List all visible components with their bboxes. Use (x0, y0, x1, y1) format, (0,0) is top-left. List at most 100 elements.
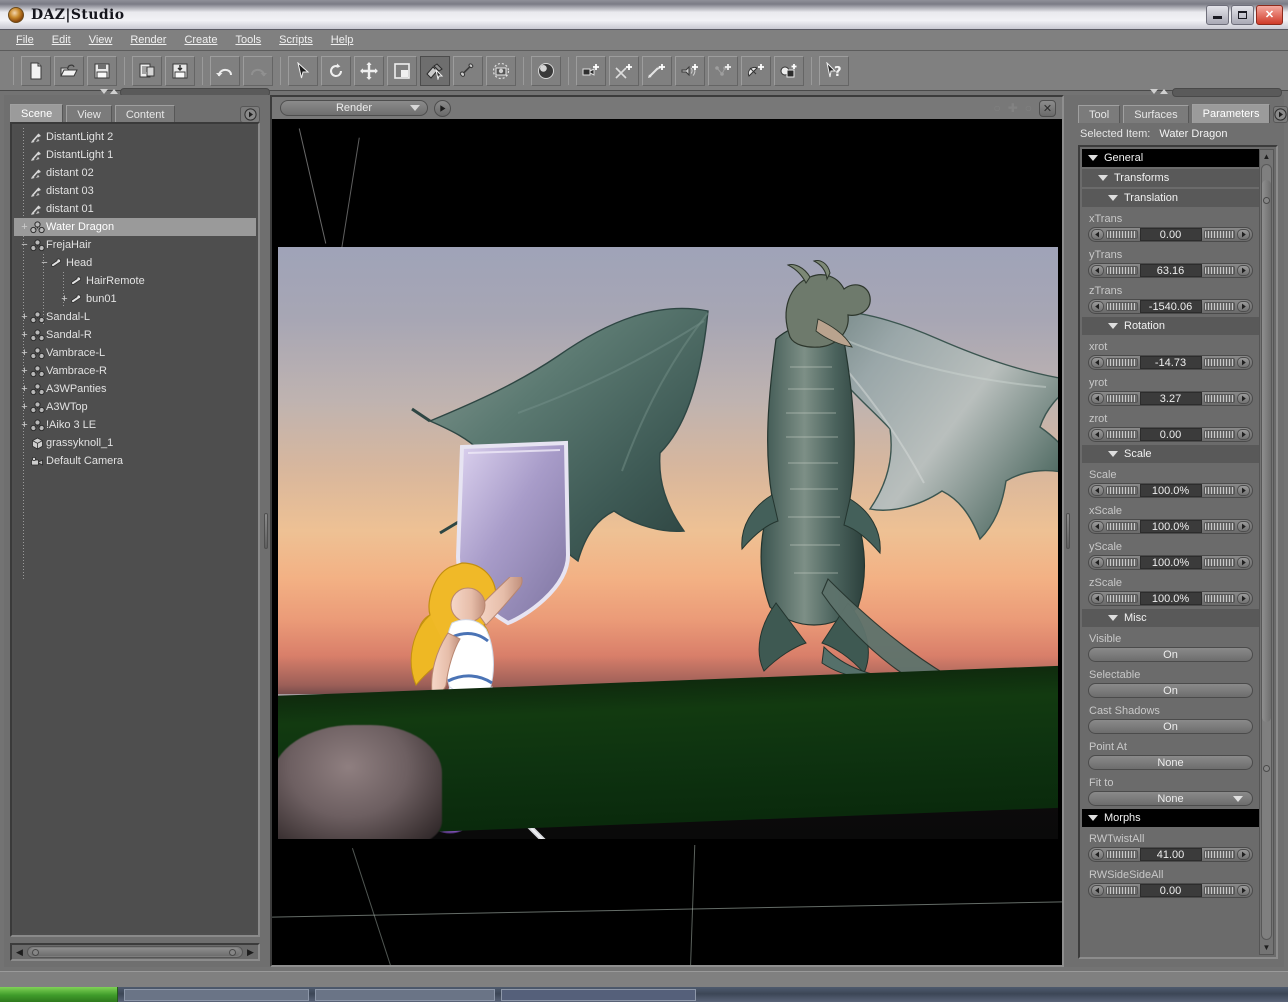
chevron-right-circle-icon[interactable] (240, 106, 260, 123)
select-pointer-icon[interactable] (288, 56, 318, 86)
scene-tree-item-grassyknoll-1[interactable]: grassyknoll_1 (14, 434, 256, 452)
slider-track-left[interactable] (1106, 394, 1138, 403)
slider-decrement-icon[interactable] (1091, 301, 1104, 312)
pan-icon[interactable]: ✚ (1008, 101, 1018, 115)
slider-track-right[interactable] (1204, 486, 1236, 495)
param-value-xrot[interactable]: -14.73 (1140, 356, 1202, 369)
scene-tree-item-distant-01[interactable]: distant 01 (14, 200, 256, 218)
slider-track-right[interactable] (1204, 594, 1236, 603)
viewport-canvas[interactable] (272, 119, 1062, 965)
open-folder-icon[interactable] (54, 56, 84, 86)
slider-decrement-icon[interactable] (1091, 229, 1104, 240)
expand-icon[interactable]: + (20, 385, 29, 394)
param-value-rwtwistall[interactable]: 41.00 (1140, 848, 1202, 861)
import-document-icon[interactable] (132, 56, 162, 86)
add-spotlight-icon[interactable] (642, 56, 672, 86)
help-cursor-icon[interactable]: ? (819, 56, 849, 86)
param-button-point-at[interactable]: None (1088, 755, 1253, 770)
chevron-down-icon[interactable] (1088, 815, 1098, 821)
scene-tree-item-head[interactable]: − Head (14, 254, 256, 272)
scene-tree-item-distant-02[interactable]: distant 02 (14, 164, 256, 182)
save-disk-icon[interactable] (87, 56, 117, 86)
slider-increment-icon[interactable] (1237, 521, 1250, 532)
menu-render[interactable]: Render (122, 32, 174, 48)
expand-icon[interactable]: + (20, 313, 29, 322)
menu-scripts[interactable]: Scripts (271, 32, 321, 48)
slider-track-right[interactable] (1204, 430, 1236, 439)
menu-edit[interactable]: Edit (44, 32, 79, 48)
chevron-down-icon[interactable] (1108, 615, 1118, 621)
slider-increment-icon[interactable] (1237, 485, 1250, 496)
dock-rail[interactable] (1172, 88, 1282, 97)
param-slider-yscale[interactable]: 100.0% (1088, 555, 1253, 570)
spot-render-icon[interactable] (486, 56, 516, 86)
slider-track-left[interactable] (1106, 558, 1138, 567)
slider-decrement-icon[interactable] (1091, 885, 1104, 896)
add-primitive-icon[interactable] (774, 56, 804, 86)
scene-tree-item-a3wtop[interactable]: + A3WTop (14, 398, 256, 416)
slider-decrement-icon[interactable] (1091, 357, 1104, 368)
chevron-up-icon[interactable] (1160, 89, 1168, 94)
add-linear-light-icon[interactable] (741, 56, 771, 86)
slider-track-left[interactable] (1106, 302, 1138, 311)
triangle-down-icon[interactable]: ▼ (1260, 941, 1273, 954)
chevron-down-icon[interactable] (1108, 195, 1118, 201)
slider-decrement-icon[interactable] (1091, 429, 1104, 440)
rotate-tool-icon[interactable] (321, 56, 351, 86)
chevron-down-icon[interactable] (1150, 89, 1158, 94)
slider-track-right[interactable] (1204, 358, 1236, 367)
slider-decrement-icon[interactable] (1091, 393, 1104, 404)
param-group-misc[interactable]: Misc (1082, 609, 1259, 627)
slider-increment-icon[interactable] (1237, 593, 1250, 604)
menu-view[interactable]: View (81, 32, 121, 48)
slider-track-left[interactable] (1106, 358, 1138, 367)
chevron-down-icon[interactable] (1233, 796, 1243, 802)
left-splitter[interactable] (262, 95, 270, 967)
param-slider-xrot[interactable]: -14.73 (1088, 355, 1253, 370)
parameters-vscrollbar[interactable]: ▲ ▼ (1259, 149, 1274, 955)
menu-help[interactable]: Help (323, 32, 362, 48)
scene-tree-hscrollbar[interactable]: ◀ ▶ (10, 943, 260, 961)
minimize-button[interactable] (1206, 5, 1229, 25)
slider-track-right[interactable] (1204, 394, 1236, 403)
tab-tool[interactable]: Tool (1078, 105, 1120, 123)
scene-tree-item-sandal-r[interactable]: + Sandal-R (14, 326, 256, 344)
param-value-ztrans[interactable]: -1540.06 (1140, 300, 1202, 313)
param-value-yscale[interactable]: 100.0% (1140, 556, 1202, 569)
dock-collapse-toggles[interactable] (100, 89, 118, 94)
parameters-list[interactable]: GeneralTransformsTranslationxTrans0.00yT… (1078, 145, 1278, 959)
expand-icon[interactable]: + (60, 295, 69, 304)
scroll-left-arrow-icon[interactable]: ◀ (12, 945, 27, 959)
tab-surfaces[interactable]: Surfaces (1123, 105, 1188, 123)
expand-icon[interactable]: + (20, 403, 29, 412)
slider-decrement-icon[interactable] (1091, 557, 1104, 568)
tab-content[interactable]: Content (115, 105, 176, 123)
slider-track-right[interactable] (1204, 886, 1236, 895)
right-splitter[interactable] (1064, 95, 1072, 967)
expand-icon[interactable]: + (20, 349, 29, 358)
slider-increment-icon[interactable] (1237, 265, 1250, 276)
param-button-fit-to[interactable]: None (1088, 791, 1253, 806)
slider-track-left[interactable] (1106, 594, 1138, 603)
close-circle-icon[interactable]: ✕ (1039, 100, 1056, 117)
param-slider-zscale[interactable]: 100.0% (1088, 591, 1253, 606)
param-slider-scale[interactable]: 100.0% (1088, 483, 1253, 498)
menu-file[interactable]: File (8, 32, 42, 48)
zoom-out-icon[interactable]: ○ (993, 101, 1000, 115)
scroll-right-arrow-icon[interactable]: ▶ (243, 945, 258, 959)
slider-decrement-icon[interactable] (1091, 593, 1104, 604)
param-group-morphs[interactable]: Morphs (1082, 809, 1259, 827)
menu-tools[interactable]: Tools (227, 32, 269, 48)
param-value-xscale[interactable]: 100.0% (1140, 520, 1202, 533)
new-file-icon[interactable] (21, 56, 51, 86)
chevron-up-icon[interactable] (110, 89, 118, 94)
param-slider-rwtwistall[interactable]: 41.00 (1088, 847, 1253, 862)
tab-view[interactable]: View (66, 105, 112, 123)
hscroll-thumb[interactable] (30, 948, 240, 956)
chevron-down-icon[interactable] (1088, 155, 1098, 161)
param-slider-xscale[interactable]: 100.0% (1088, 519, 1253, 534)
param-value-scale[interactable]: 100.0% (1140, 484, 1202, 497)
zoom-in-icon[interactable]: ○ (1025, 101, 1032, 115)
expand-icon[interactable]: + (20, 367, 29, 376)
slider-track-right[interactable] (1204, 266, 1236, 275)
